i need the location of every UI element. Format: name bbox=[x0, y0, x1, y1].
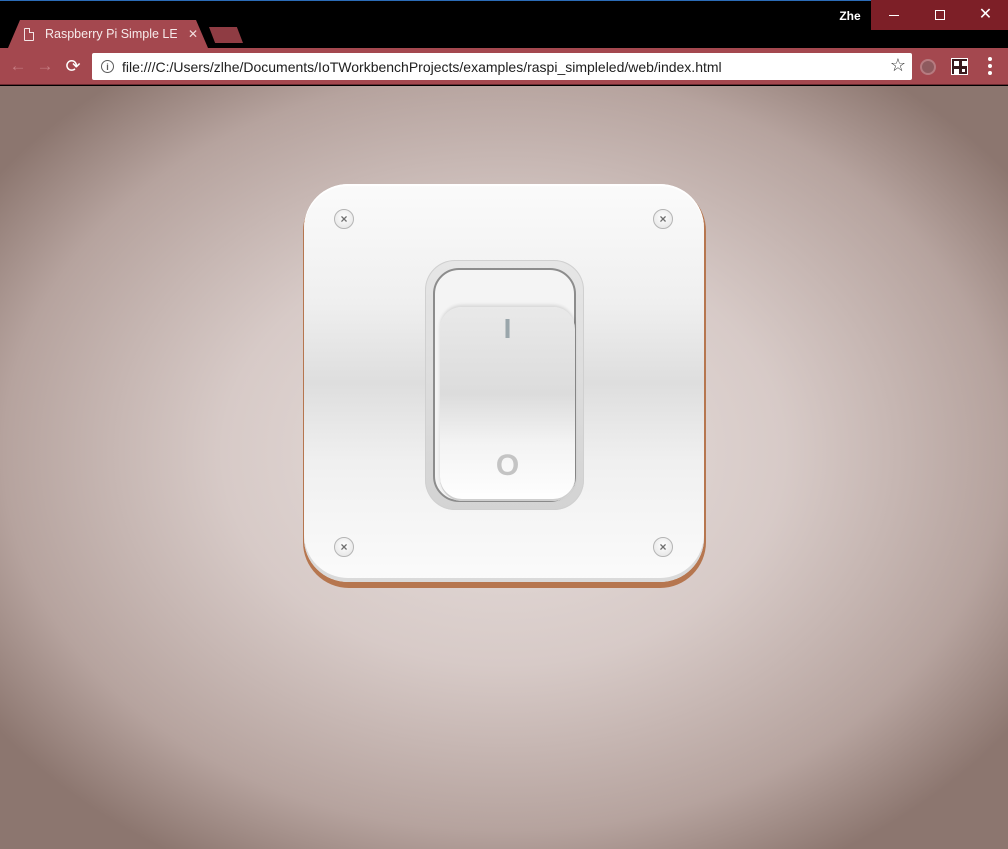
screw-icon: × bbox=[653, 209, 673, 229]
page-content: × × × × I O bbox=[0, 86, 1008, 849]
switch-plate: × × × × I O bbox=[304, 184, 704, 582]
qr-code-icon[interactable] bbox=[951, 58, 968, 75]
tab-title: Raspberry Pi Simple LED bbox=[45, 27, 177, 41]
new-tab-button[interactable] bbox=[209, 27, 243, 43]
switch-frame: I O bbox=[433, 268, 576, 502]
title-bar: Raspberry Pi Simple LED ✕ Zhe ✕ bbox=[0, 0, 1008, 48]
screw-icon: × bbox=[334, 209, 354, 229]
url-text[interactable]: file:///C:/Users/zlhe/Documents/IoTWorkb… bbox=[122, 59, 722, 75]
profile-name[interactable]: Zhe bbox=[830, 6, 870, 26]
tab-close-icon[interactable]: ✕ bbox=[188, 28, 198, 40]
info-icon[interactable]: i bbox=[101, 60, 114, 73]
maximize-button[interactable] bbox=[917, 0, 963, 30]
close-icon: ✕ bbox=[978, 6, 993, 23]
browser-toolbar: ← → ⟳ i file:///C:/Users/zlhe/Documents/… bbox=[0, 48, 1008, 85]
browser-tab[interactable]: Raspberry Pi Simple LED ✕ bbox=[8, 20, 208, 48]
light-switch-toggle[interactable]: I O bbox=[440, 307, 575, 501]
switch-housing: I O bbox=[425, 260, 584, 510]
reload-button[interactable]: ⟳ bbox=[61, 54, 85, 78]
screw-icon: × bbox=[334, 537, 354, 557]
switch-on-label: I bbox=[503, 313, 512, 344]
back-button[interactable]: ← bbox=[6, 54, 30, 78]
page-icon bbox=[24, 27, 34, 41]
forward-button[interactable]: → bbox=[33, 54, 57, 78]
screw-icon: × bbox=[653, 537, 673, 557]
browser-menu-icon[interactable] bbox=[980, 54, 1000, 78]
minimize-icon bbox=[889, 14, 899, 16]
extension-icon[interactable] bbox=[920, 59, 936, 75]
switch-off-label: O bbox=[495, 449, 520, 482]
minimize-button[interactable] bbox=[871, 0, 917, 30]
address-bar[interactable]: i file:///C:/Users/zlhe/Documents/IoTWor… bbox=[92, 53, 912, 80]
maximize-icon bbox=[935, 10, 945, 20]
window-top-accent bbox=[0, 0, 1008, 1]
bookmark-star-icon[interactable]: ☆ bbox=[890, 55, 906, 76]
close-window-button[interactable]: ✕ bbox=[963, 0, 1008, 30]
